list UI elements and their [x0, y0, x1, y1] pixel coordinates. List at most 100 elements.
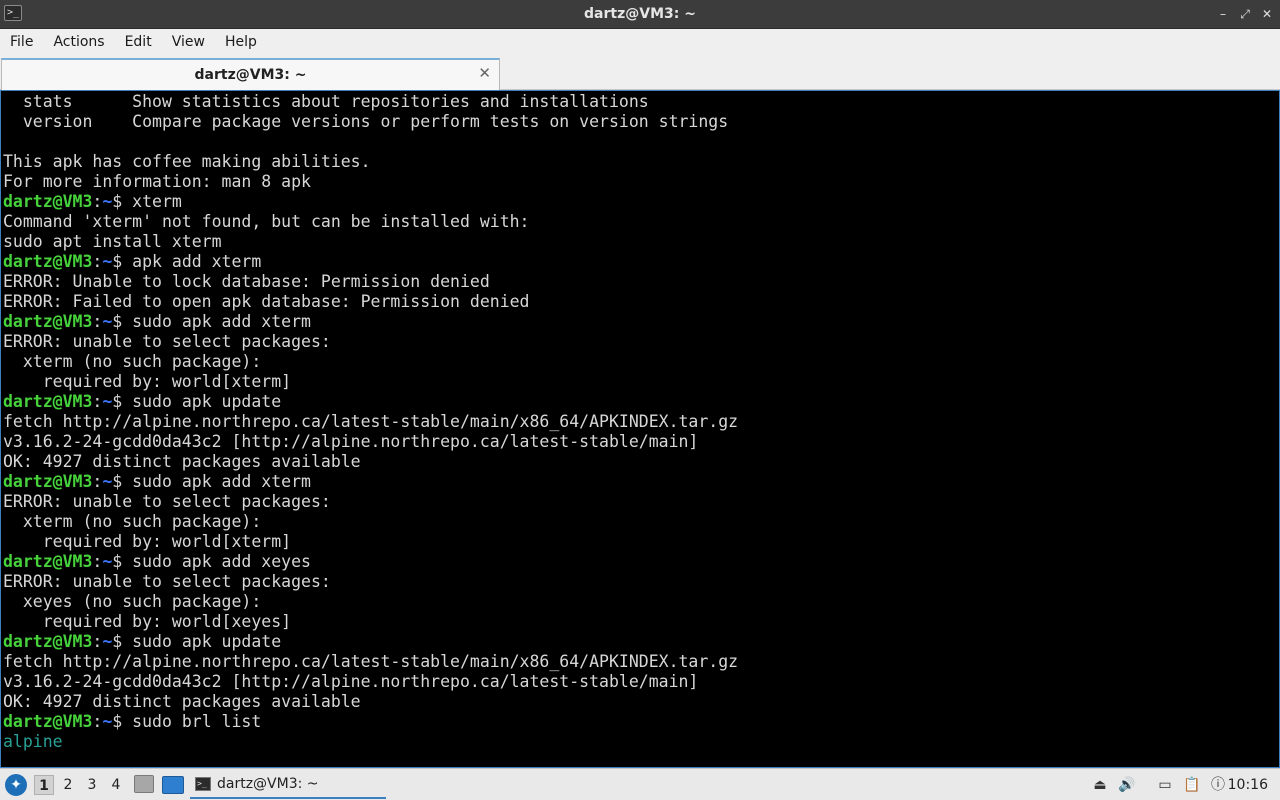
prompt-path: ~ [102, 252, 113, 271]
prompt-separator: : [92, 392, 103, 411]
terminal-output-line: xterm (no such package): [3, 512, 262, 531]
updates-icon[interactable]: ⓘ [1209, 776, 1227, 794]
prompt-symbol: $ [112, 192, 123, 211]
prompt-user: dartz@VM3 [3, 472, 93, 491]
network-icon[interactable]: ▭ [1156, 776, 1174, 794]
workspace-1[interactable]: 1 [34, 775, 54, 795]
terminal-output-line: version Compare package versions or perf… [3, 112, 729, 131]
start-menu-icon[interactable]: ✦ [5, 774, 27, 796]
prompt-user: dartz@VM3 [3, 312, 93, 331]
terminal-app-icon: >_ [4, 5, 22, 21]
workspace-2[interactable]: 2 [58, 775, 78, 795]
prompt-path: ~ [102, 472, 113, 491]
terminal-output-line: ERROR: Unable to lock database: Permissi… [3, 272, 490, 291]
prompt-user: dartz@VM3 [3, 252, 93, 271]
command-text: sudo apk update [122, 392, 282, 411]
minimize-button[interactable]: – [1216, 6, 1230, 22]
terminal-output-line: This apk has coffee making abilities. [3, 152, 371, 171]
terminal-command-line: dartz@VM3:~$ sudo apk add xterm [3, 472, 311, 492]
menu-actions[interactable]: Actions [43, 29, 114, 56]
terminal-tab[interactable]: dartz@VM3: ~ ✕ [1, 58, 500, 90]
window-titlebar[interactable]: >_ dartz@VM3: ~ – ⤢ ✕ [0, 0, 1280, 29]
menu-file[interactable]: File [0, 29, 43, 56]
file-manager-icon[interactable] [134, 775, 154, 793]
terminal-output-line: OK: 4927 distinct packages available [3, 692, 361, 711]
terminal-output-line: ERROR: unable to select packages: [3, 572, 331, 591]
taskbar-item-terminal[interactable]: >_ dartz@VM3: ~ [190, 771, 386, 799]
maximize-button[interactable]: ⤢ [1238, 6, 1252, 22]
prompt-separator: : [92, 312, 103, 331]
terminal-output[interactable]: stats Show statistics about repositories… [0, 90, 1280, 768]
terminal-command-line: dartz@VM3:~$ sudo apk add xterm [3, 312, 311, 332]
terminal-output-line: ERROR: unable to select packages: [3, 492, 331, 511]
prompt-user: dartz@VM3 [3, 552, 93, 571]
terminal-output-line: required by: world[xterm] [3, 372, 292, 391]
terminal-output-line: fetch http://alpine.northrepo.ca/latest-… [3, 652, 739, 671]
prompt-user: dartz@VM3 [3, 192, 93, 211]
prompt-path: ~ [102, 192, 113, 211]
menu-view[interactable]: View [162, 29, 215, 56]
command-text: sudo apk update [122, 632, 282, 651]
terminal-task-icon: >_ [195, 777, 211, 791]
prompt-symbol: $ [112, 552, 123, 571]
prompt-symbol: $ [112, 632, 123, 651]
prompt-separator: : [92, 632, 103, 651]
menu-edit[interactable]: Edit [115, 29, 162, 56]
terminal-command-line: dartz@VM3:~$ apk add xterm [3, 252, 261, 272]
prompt-path: ~ [102, 312, 113, 331]
prompt-path: ~ [102, 632, 113, 651]
prompt-symbol: $ [112, 472, 123, 491]
command-text: xterm [122, 192, 182, 211]
command-text: sudo apk add xeyes [122, 552, 311, 571]
command-text: sudo apk add xterm [122, 312, 311, 331]
prompt-separator: : [92, 252, 103, 271]
terminal-output-line: ERROR: unable to select packages: [3, 332, 331, 351]
prompt-user: dartz@VM3 [3, 632, 93, 651]
eject-icon[interactable]: ⏏ [1091, 776, 1109, 794]
taskbar: ✦ 1 2 3 4 >_ dartz@VM3: ~ ⏏ 🔊 ▭ 📋 ⓘ 10:1… [0, 768, 1280, 800]
menu-help[interactable]: Help [215, 29, 267, 56]
terminal-output-line: alpine [3, 732, 63, 751]
terminal-output-line: fetch http://alpine.northrepo.ca/latest-… [3, 412, 739, 431]
clock: 10:16 [1227, 777, 1268, 793]
terminal-output-line: Command 'xterm' not found, but can be in… [3, 212, 530, 231]
tab-label: dartz@VM3: ~ [194, 67, 307, 83]
tab-bar: dartz@VM3: ~ ✕ [0, 56, 1280, 90]
prompt-path: ~ [102, 712, 113, 731]
prompt-separator: : [92, 192, 103, 211]
workspace-3[interactable]: 3 [82, 775, 102, 795]
prompt-separator: : [92, 472, 103, 491]
terminal-command-line: dartz@VM3:~$ sudo apk update [3, 632, 281, 652]
prompt-user: dartz@VM3 [3, 392, 93, 411]
terminal-output-line: xterm (no such package): [3, 352, 262, 371]
terminal-output-line: v3.16.2-24-gcdd0da43c2 [http://alpine.no… [3, 432, 699, 451]
terminal-output-line: sudo apt install xterm [3, 232, 222, 251]
terminal-output-line: v3.16.2-24-gcdd0da43c2 [http://alpine.no… [3, 672, 699, 691]
prompt-symbol: $ [112, 712, 123, 731]
taskbar-item-label: dartz@VM3: ~ [217, 776, 319, 792]
terminal-output-line: For more information: man 8 apk [3, 172, 311, 191]
menu-bar: File Actions Edit View Help [0, 29, 1280, 56]
command-text: sudo brl list [122, 712, 262, 731]
volume-icon[interactable]: 🔊 [1118, 776, 1136, 794]
window-title: dartz@VM3: ~ [584, 6, 696, 22]
terminal-command-line: dartz@VM3:~$ xterm [3, 192, 182, 212]
terminal-output-line: stats Show statistics about repositories… [3, 92, 649, 111]
prompt-user: dartz@VM3 [3, 712, 93, 731]
prompt-symbol: $ [112, 252, 123, 271]
prompt-symbol: $ [112, 392, 123, 411]
clipboard-icon[interactable]: 📋 [1183, 776, 1201, 794]
prompt-separator: : [92, 712, 103, 731]
terminal-command-line: dartz@VM3:~$ sudo brl list [3, 712, 261, 732]
prompt-separator: : [92, 552, 103, 571]
tab-close-icon[interactable]: ✕ [478, 64, 491, 82]
show-desktop-icon[interactable] [162, 776, 184, 794]
close-button[interactable]: ✕ [1260, 6, 1274, 22]
terminal-output-line: ERROR: Failed to open apk database: Perm… [3, 292, 530, 311]
terminal-command-line: dartz@VM3:~$ sudo apk update [3, 392, 281, 412]
terminal-output-line: required by: world[xterm] [3, 532, 292, 551]
workspace-4[interactable]: 4 [106, 775, 126, 795]
command-text: apk add xterm [122, 252, 262, 271]
prompt-symbol: $ [112, 312, 123, 331]
terminal-output-line: xeyes (no such package): [3, 592, 262, 611]
